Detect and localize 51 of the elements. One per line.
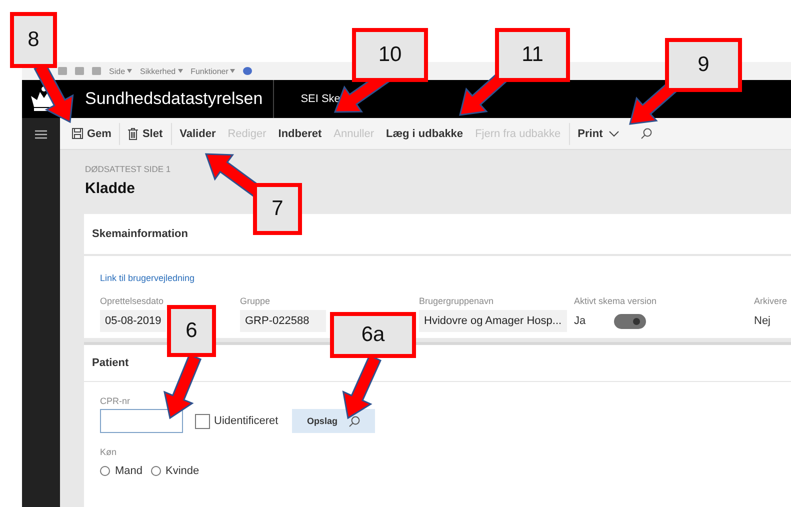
field-label: Arkivere [754,296,788,306]
browser-menu[interactable]: Side [109,66,126,76]
save-button[interactable]: Gem [66,124,118,142]
field-value: Ja [574,314,586,329]
lookup-button[interactable]: Opslag [292,409,376,433]
field-label: Brugergruppenavn [419,296,495,306]
toolbar-button[interactable]: Valider [174,124,222,142]
toolbar-button[interactable]: Indberet [272,124,328,142]
trash-icon [128,128,138,140]
toggle-switch[interactable] [614,314,646,328]
read-only-field: Hvidovre og Amager Hosp... [419,310,567,332]
field-label: Oprettelsesdato [100,296,165,306]
radio-label: Kvinde [166,465,200,477]
checkbox-label: Uidentificeret [214,415,278,427]
caret-icon [127,69,132,73]
field-label: Gruppe [240,296,272,306]
toolbar-button[interactable]: Læg i udbakke [380,124,470,142]
callout-label: 7 [253,183,302,235]
read-only-field: 05-08-2019 [100,310,166,332]
callout-label: 8 [10,12,57,68]
callout-label: 10 [352,28,428,82]
field-value: Nej [754,314,772,329]
search-icon [349,416,360,426]
field-label: Køn [100,447,117,457]
field-label: CPR-nr [100,396,130,406]
radio-button[interactable] [100,466,110,476]
brand-name: Sundhedsdatastyrelsen [85,89,263,109]
read-only-field: GRP-022588 [240,310,326,332]
menu-icon[interactable] [35,130,47,139]
radio-label: Mand [115,465,143,477]
radio-button[interactable] [150,466,161,476]
field-label: Aktivt skema version [574,296,658,306]
chevron-down-icon [608,130,619,136]
user-guide-link[interactable]: Link til brugervejledning [100,273,195,283]
app-title[interactable]: SEI Ske [300,93,340,105]
page-caption: DØDSATTEST SIDE 1 [85,164,172,174]
cpr-input-field[interactable] [100,409,183,433]
page-title: Kladde [85,180,136,197]
search-icon [640,128,652,139]
callout-label: 6 [167,305,216,357]
caret-icon [178,69,183,73]
checkbox[interactable] [195,414,210,428]
callout-label: 9 [665,38,742,92]
browser-menu[interactable]: Funktioner [190,66,228,76]
help-icon[interactable] [243,67,252,75]
browser-menu[interactable]: Sikkerhed [140,66,176,76]
callout-label: 11 [495,28,570,82]
print-button[interactable]: Print [572,124,625,142]
caret-icon [230,69,236,73]
callout-label: 6a [330,312,416,358]
delete-button[interactable]: Slet [122,124,169,142]
